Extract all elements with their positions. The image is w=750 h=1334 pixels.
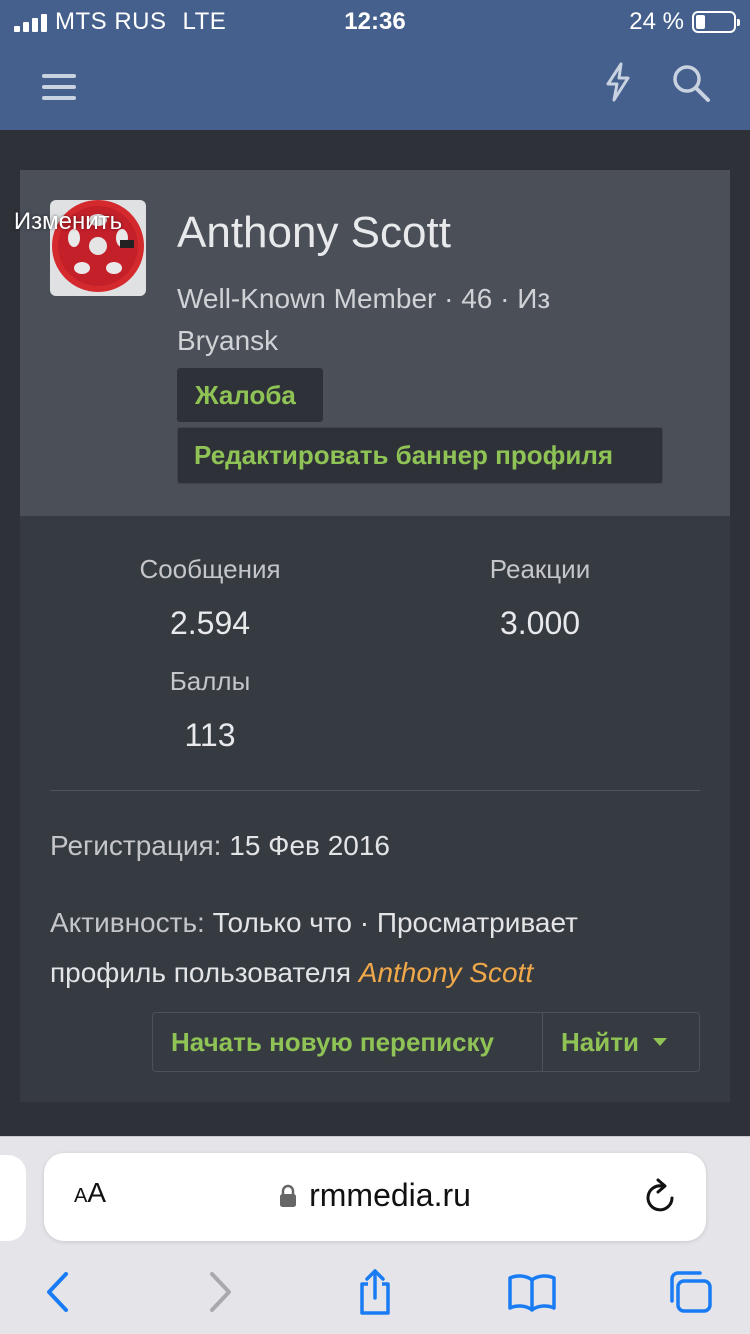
chevron-right-icon	[210, 1272, 231, 1312]
activity-info: Активность: Только что · Просматривает п…	[50, 898, 690, 998]
activity-user-link[interactable]: Anthony Scott	[359, 957, 533, 988]
edit-banner-button[interactable]: Редактировать баннер профиля	[177, 427, 663, 484]
stat-label: Сообщения	[139, 554, 281, 584]
menu-button[interactable]	[36, 66, 82, 108]
share-icon	[360, 1269, 390, 1315]
divider	[50, 790, 700, 791]
reload-button[interactable]	[640, 1177, 680, 1217]
stat-label: Баллы	[169, 666, 251, 696]
activity-label: Активность:	[50, 907, 205, 938]
bookmarks-button[interactable]	[506, 1266, 558, 1318]
tabs-icon	[670, 1271, 712, 1313]
search-button[interactable]	[668, 60, 714, 106]
user-name: Anthony Scott	[177, 208, 451, 257]
lock-icon	[279, 1184, 297, 1208]
stat-value: 2.594	[169, 605, 251, 641]
lightning-bolt-icon	[606, 62, 630, 102]
forward-button[interactable]	[194, 1266, 246, 1318]
battery-level	[696, 15, 705, 29]
profile-header: Изменить Anthony Scott Well-Known Member…	[14, 170, 730, 516]
back-button[interactable]	[32, 1266, 84, 1318]
url-display[interactable]: rmmedia.ru	[44, 1177, 706, 1214]
status-right: 24 %	[629, 8, 740, 36]
battery-icon	[692, 11, 740, 33]
hamburger-menu-icon	[42, 74, 76, 100]
previous-tab-peek[interactable]	[0, 1155, 26, 1241]
top-header: MTS RUS LTE 12:36 24 %	[0, 0, 750, 130]
registration-label: Регистрация:	[50, 830, 222, 861]
profile-actions: Начать новую переписку Найти	[152, 1012, 700, 1072]
find-dropdown-button[interactable]: Найти	[543, 1013, 667, 1071]
registration-info: Регистрация: 15 Фев 2016	[50, 830, 390, 862]
stat-value: 113	[184, 717, 236, 753]
profile-card: Изменить Anthony Scott Well-Known Member…	[14, 170, 730, 1102]
registration-date: 15 Фев 2016	[229, 830, 390, 861]
stat-value: 3.000	[499, 605, 581, 641]
reload-icon	[646, 1178, 674, 1212]
stat-label: Реакции	[489, 554, 591, 584]
tabs-button[interactable]	[664, 1266, 716, 1318]
stat-reactions[interactable]: Реакции 3.000	[450, 554, 630, 642]
stat-points[interactable]: Баллы 113	[120, 666, 300, 754]
avatar-change-label[interactable]: Изменить	[2, 208, 134, 236]
status-bar: MTS RUS LTE 12:36 24 %	[0, 0, 750, 42]
find-label: Найти	[561, 1026, 639, 1057]
chevron-left-icon	[47, 1272, 68, 1312]
book-icon	[508, 1274, 556, 1312]
stat-messages[interactable]: Сообщения 2.594	[120, 554, 300, 642]
caret-down-icon	[652, 1038, 667, 1046]
battery-percent: 24 %	[629, 8, 684, 35]
start-conversation-button[interactable]: Начать новую переписку	[153, 1013, 543, 1071]
share-button[interactable]	[349, 1266, 401, 1318]
address-bar[interactable]: AA rmmedia.ru	[44, 1153, 706, 1241]
url-text: rmmedia.ru	[309, 1177, 471, 1213]
whats-new-button[interactable]	[596, 60, 640, 104]
search-icon	[673, 65, 710, 102]
report-button[interactable]: Жалоба	[177, 368, 323, 422]
user-title-location: Well-Known Member · 46 · Из Bryansk	[177, 283, 551, 356]
